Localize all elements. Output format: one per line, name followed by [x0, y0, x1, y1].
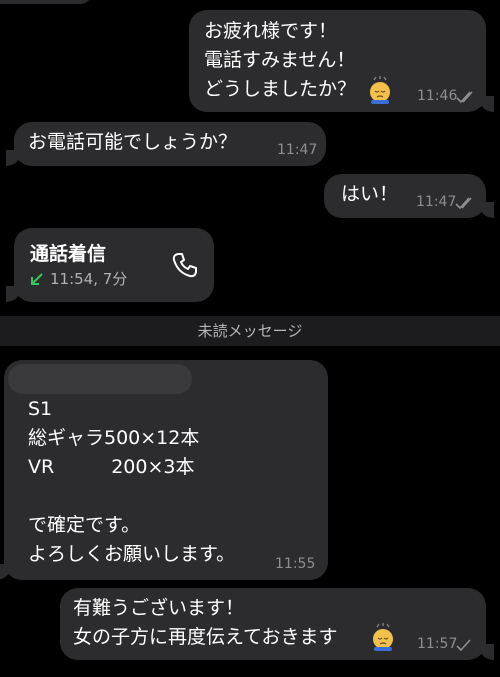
- message-text: S1 総ギャラ500×12本 VR 200×3本 で確定です。 よろしくお願いし…: [28, 398, 236, 565]
- unread-divider: 未読メッセージ: [0, 316, 500, 346]
- previous-message-fragment: [0, 0, 92, 4]
- phone-icon[interactable]: [170, 250, 200, 280]
- bubble-tail: [478, 202, 494, 218]
- bubble-tail: [6, 150, 22, 166]
- read-checkmarks-icon: [456, 91, 473, 104]
- redacted-sender-name: [8, 364, 192, 394]
- sent-checkmark-icon: [456, 639, 471, 652]
- message-text: お電話可能でしょうか？: [28, 131, 238, 153]
- sweat-face-emoji-icon: [373, 623, 393, 651]
- message-timestamp: 11:47: [416, 194, 457, 210]
- sweat-face-emoji-icon: [370, 76, 390, 104]
- incoming-arrow-icon: [31, 273, 43, 285]
- message-timestamp: 11:47: [277, 142, 318, 158]
- message-timestamp: 11:55: [275, 556, 316, 572]
- message-timestamp: 11:57: [417, 636, 458, 652]
- read-checkmarks-icon: [455, 197, 472, 210]
- message-text: はい！: [341, 183, 399, 205]
- message-text: 有難うございます！ 女の子方に再度伝えておきます: [73, 597, 338, 648]
- message-text: お疲れ様です！ 電話すみません！ どうしましたか？: [204, 20, 357, 100]
- message-timestamp: 11:46: [417, 88, 458, 104]
- bubble-tail: [6, 286, 22, 302]
- unread-divider-label: 未読メッセージ: [197, 322, 303, 340]
- call-title: 通話着信: [30, 243, 107, 265]
- bubble-tail: [478, 644, 494, 660]
- call-meta: 11:54, 7分: [50, 270, 128, 288]
- bubble-tail: [478, 96, 494, 112]
